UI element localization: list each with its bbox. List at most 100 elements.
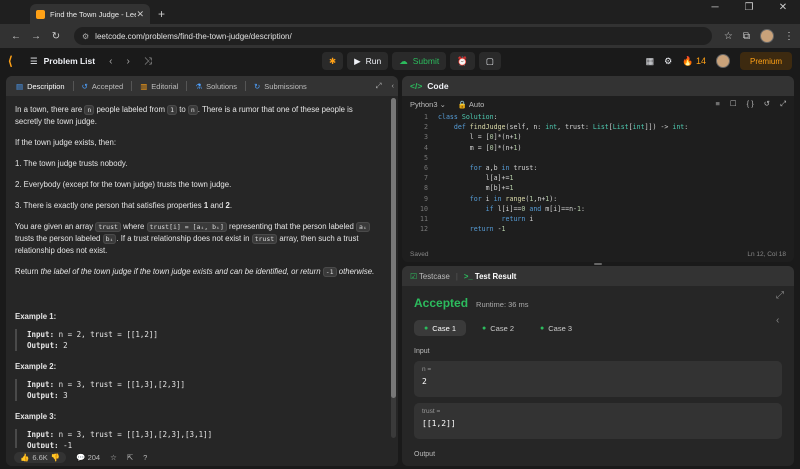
input-heading: Input	[414, 348, 430, 355]
text: Return	[15, 267, 41, 276]
input-label: Input:	[27, 380, 55, 389]
desc-para-4: Return the label of the town judge if th…	[15, 266, 381, 278]
braces-icon[interactable]: { }	[747, 99, 754, 109]
close-window-button[interactable]: ✕	[766, 2, 800, 13]
case-3-tab[interactable]: ● Case 3	[530, 320, 582, 336]
var-name: trust =	[422, 408, 441, 415]
favorite-star-icon[interactable]: ☆	[110, 453, 117, 462]
fire-icon: 🔥	[682, 55, 694, 66]
browser-menu-icon[interactable]: ⋮	[784, 31, 794, 42]
italic: the label of the town judge if the town …	[40, 267, 323, 276]
source-code[interactable]: class Solution: def findJudge(self, n: i…	[438, 112, 688, 234]
share-icon[interactable]: ⇱	[127, 453, 133, 462]
case-label: Case 3	[548, 323, 572, 333]
format-icon[interactable]: ≡	[715, 99, 719, 109]
reload-icon[interactable]: ↻	[46, 31, 66, 42]
result-body: Accepted Runtime: 36 ms ● Case 1 ● Case 2 …	[402, 286, 794, 466]
minimize-button[interactable]: ─	[698, 2, 732, 13]
settings-gear-icon[interactable]: ⚙	[664, 56, 672, 67]
profile-avatar[interactable]	[760, 29, 774, 43]
text: trusts the person labeled	[15, 234, 103, 243]
text: In a town, there are	[15, 105, 85, 114]
var-value: 2	[422, 377, 427, 386]
code-toolbar: Python3 ⌄ 🔒 Auto ≡ ☐ { } ↺ ⤢	[402, 96, 794, 112]
collapse-icon[interactable]: ‹	[392, 81, 395, 91]
desc-para-1: In a town, there are n people labeled fr…	[15, 104, 381, 128]
bookmark-icon[interactable]: ☐	[730, 99, 737, 109]
streak-counter[interactable]: 🔥 14	[682, 56, 706, 67]
text: representing that the person labeled	[226, 222, 357, 231]
leetcode-header: ⟨ ☰ Problem List ‹ › ⤨ ✱ ▶ Run ☁ Submit ⏰ …	[0, 48, 800, 74]
url-field[interactable]: ⚙ leetcode.com/problems/find-the-town-ju…	[74, 27, 712, 45]
tab-accepted-label: Accepted	[91, 81, 124, 91]
external-link-icon[interactable]: ⤢	[776, 290, 790, 301]
play-icon: ▶	[354, 55, 361, 66]
user-avatar[interactable]	[715, 54, 730, 68]
rule-2: 2. Everybody (except for the town judge)…	[15, 180, 232, 189]
tab-solutions[interactable]: ⚗ Solutions	[189, 76, 243, 96]
panel-resize-handle[interactable]	[594, 263, 602, 265]
tab-test-result[interactable]: >_ Test Result	[464, 272, 517, 281]
description-scrollbar[interactable]	[391, 98, 396, 438]
example-1-title: Example 1:	[15, 312, 57, 321]
code-trust: trust	[251, 234, 278, 244]
prev-problem-icon[interactable]: ‹	[109, 56, 112, 67]
alarm-icon: ⏰	[457, 55, 468, 66]
browser-tab[interactable]: Find the Town Judge - LeetCod ✕	[30, 4, 150, 24]
close-tab-icon[interactable]: ✕	[136, 9, 144, 20]
code-minus-one: -1	[322, 267, 337, 277]
debug-button[interactable]: ✱	[322, 52, 344, 70]
site-info-icon[interactable]: ⚙	[82, 32, 89, 41]
timer-button[interactable]: ⏰	[450, 52, 475, 70]
layout-grid-icon[interactable]: ▦	[646, 56, 655, 67]
help-icon[interactable]: ?	[143, 453, 147, 462]
url-text: leetcode.com/problems/find-the-town-judg…	[95, 31, 292, 41]
back-icon[interactable]: ←	[6, 31, 26, 42]
output-heading: Output	[414, 451, 436, 458]
tab-solutions-label: Solutions	[206, 81, 237, 91]
comments-button[interactable]: 💬 204	[76, 453, 100, 462]
run-button[interactable]: ▶ Run	[347, 52, 389, 70]
next-problem-icon[interactable]: ›	[126, 56, 129, 67]
shuffle-icon[interactable]: ⤨	[144, 56, 152, 67]
case-1-tab[interactable]: ● Case 1	[414, 320, 466, 336]
code-ai: aᵢ	[356, 222, 370, 232]
result-tabs: ☑ Testcase | >_ Test Result	[402, 266, 794, 286]
reset-icon[interactable]: ↺	[764, 99, 770, 109]
like-button[interactable]: 👍 6.6K 👎	[14, 451, 67, 463]
notes-button[interactable]: ▢	[478, 52, 501, 70]
code-editor[interactable]: 1 2 3 4 5 6 7 8 9 10 11 12 class Solution: def find…	[402, 112, 794, 242]
leetcode-logo-icon[interactable]: ⟨	[8, 54, 20, 68]
expand-icon[interactable]: ⤢	[376, 81, 382, 91]
code-trust-i: trust[i] = [aᵢ, bᵢ]	[146, 222, 227, 232]
tab-submissions[interactable]: ↻ Submissions	[248, 76, 313, 96]
language-select[interactable]: Python3 ⌄	[410, 100, 446, 109]
tab-accepted[interactable]: ↺ Accepted	[76, 76, 130, 96]
comment-icon: 💬	[76, 452, 86, 462]
premium-button[interactable]: Premium	[739, 52, 792, 70]
result-panel: ☑ Testcase | >_ Test Result ⤢ ‹ Accepted…	[402, 266, 794, 466]
forward-icon[interactable]: →	[26, 31, 46, 42]
description-footer: 👍 6.6K 👎 💬 204 ☆ ⇱ ?	[6, 448, 398, 466]
bug-icon: ✱	[329, 55, 337, 66]
new-tab-button[interactable]: +	[158, 7, 165, 21]
example-input: n = 3, trust = [[1,3],[2,3]]	[58, 380, 186, 389]
collapse-panel-icon[interactable]: ‹	[776, 315, 790, 326]
auto-toggle[interactable]: 🔒 Auto	[458, 100, 484, 109]
input-label: Input:	[27, 330, 55, 339]
fullscreen-icon[interactable]: ⤢	[780, 99, 786, 109]
maximize-button[interactable]: ❐	[732, 2, 766, 13]
var-value: [[1,2]]	[422, 419, 456, 428]
tab-editorial[interactable]: ▥ Editorial	[134, 76, 184, 96]
submit-button[interactable]: ☁ Submit	[392, 52, 447, 70]
bookmark-star-icon[interactable]: ☆	[724, 31, 733, 42]
problem-list-link[interactable]: Problem List	[44, 56, 95, 66]
extensions-icon[interactable]: ⧉	[743, 31, 750, 42]
text: and	[208, 201, 226, 210]
tab-description[interactable]: ▤ Description	[10, 76, 71, 96]
thumbs-down-icon[interactable]: 👎	[51, 453, 60, 462]
tab-description-label: Description	[27, 81, 65, 91]
case-2-tab[interactable]: ● Case 2	[472, 320, 524, 336]
tab-testcase[interactable]: ☑ Testcase	[410, 272, 450, 281]
flask-icon: ⚗	[195, 81, 203, 91]
